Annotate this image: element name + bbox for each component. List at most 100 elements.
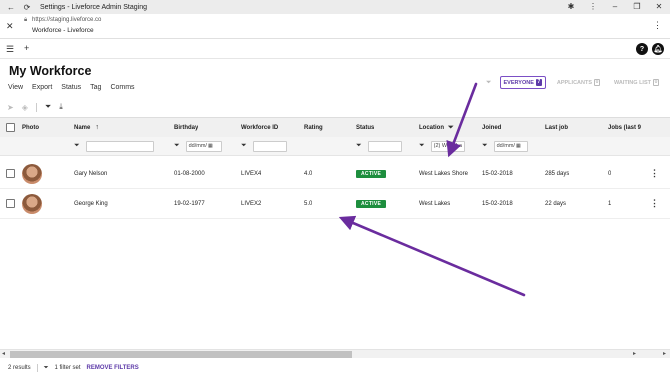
bulk-actions: ➤ ◈ ⏷ ⤓ <box>7 102 63 112</box>
url-text[interactable]: https://staging.liveforce.co <box>32 17 101 23</box>
tab-count: 0 <box>594 79 601 86</box>
location-filter-input[interactable]: (2) West La <box>430 140 465 152</box>
tab-applicants[interactable]: APPLICANTS 0 <box>554 77 603 88</box>
send-icon[interactable]: ➤ <box>7 103 14 112</box>
filter-icon[interactable]: ⏷ <box>356 142 362 150</box>
help-button[interactable]: ? <box>636 43 648 55</box>
horizontal-scrollbar[interactable]: ◂ ▸ ▸ <box>0 349 670 358</box>
name-filter-input[interactable] <box>85 140 154 152</box>
status-cell: ACTIVE <box>356 159 387 188</box>
tab-everyone[interactable]: EVERYONE 7 <box>499 76 546 89</box>
joined-filter-input[interactable]: dd/mm/ ▦ <box>493 140 528 152</box>
column-header-rating[interactable]: Rating <box>304 118 323 137</box>
extensions-icon[interactable]: ✱ <box>566 2 576 11</box>
tab-waiting-list[interactable]: WAITING LIST 0 <box>611 77 662 88</box>
tag-icon[interactable]: ◈ <box>22 103 28 112</box>
page-heading: My Workforce <box>9 64 92 78</box>
column-header-last-job[interactable]: Last job <box>545 118 568 137</box>
scroll-end-arrow-icon[interactable]: ▸ <box>663 350 666 357</box>
menu-dots-icon[interactable]: ⋮ <box>588 2 598 11</box>
last-job-cell: 22 days <box>545 200 567 207</box>
filter-icon[interactable]: ⏷ <box>74 142 80 150</box>
name-cell[interactable]: Gary Nelson <box>74 159 107 188</box>
menu-comms[interactable]: Comms <box>110 84 134 91</box>
calendar-icon[interactable]: ▦ <box>208 143 213 149</box>
filter-icon[interactable]: ⏷ <box>241 142 247 150</box>
new-tab-button[interactable]: + <box>24 43 29 53</box>
avatar[interactable] <box>22 193 42 214</box>
sort-ascending-icon[interactable]: ↑ <box>95 124 99 131</box>
id-filter-input[interactable] <box>252 140 287 152</box>
row-select-cell <box>6 159 15 188</box>
menu-tag[interactable]: Tag <box>90 84 101 91</box>
birthday-filter-cell: ⏷ dd/mm/ ▦ <box>174 137 222 155</box>
filter-funnel-icon: ⏷ <box>43 364 49 371</box>
back-arrow-icon[interactable]: ← <box>6 2 16 12</box>
close-window-icon[interactable]: ✕ <box>654 2 664 11</box>
filter-active-icon[interactable]: ⏷ <box>448 124 454 132</box>
status-badge: ACTIVE <box>356 199 387 208</box>
workforce-menu: View Export Status Tag Comms <box>8 84 135 91</box>
avatar[interactable] <box>22 163 42 184</box>
download-icon[interactable]: ⤓ <box>59 102 63 112</box>
menu-export[interactable]: Export <box>32 84 52 91</box>
kebab-menu-icon[interactable]: ⋮ <box>650 198 659 209</box>
status-cell: ACTIVE <box>356 189 387 218</box>
remove-filters-link[interactable]: REMOVE FILTERS <box>87 365 139 371</box>
notifications-bell-icon[interactable]: 🔔︎ <box>652 43 664 55</box>
column-header-workforce-id[interactable]: Workforce ID <box>241 118 278 137</box>
row-checkbox[interactable] <box>6 199 15 208</box>
maximize-icon[interactable]: ❐ <box>632 2 642 11</box>
address-bar: ✕ 🔒︎ https://staging.liveforce.co Workfo… <box>0 14 670 39</box>
select-all-cell <box>6 118 15 137</box>
close-icon[interactable]: ✕ <box>6 21 14 32</box>
name-filter-cell: ⏷ <box>74 137 154 155</box>
column-header-location[interactable]: Location ⏷ <box>419 118 454 137</box>
scrollbar-thumb[interactable] <box>10 351 352 358</box>
menu-view[interactable]: View <box>8 84 23 91</box>
minimize-icon[interactable]: – <box>610 2 620 11</box>
table-row[interactable]: Gary Nelson 01-08-2000 LIVEX4 4.0 ACTIVE… <box>0 159 670 189</box>
app-toolbar: ☰ + ? 🔔︎ <box>0 40 670 59</box>
table-header: Photo Name ↑ Birthday Workforce ID Ratin… <box>0 117 670 137</box>
tab-label: EVERYONE <box>503 79 534 86</box>
calendar-icon[interactable]: ▦ <box>516 143 521 149</box>
scroll-left-arrow-icon[interactable]: ◂ <box>2 350 5 357</box>
kebab-menu-icon[interactable]: ⋮ <box>650 168 659 179</box>
window-title: Settings - Liveforce Admin Staging <box>40 3 148 11</box>
filter-icon[interactable]: ⏷ <box>419 142 425 150</box>
table-row[interactable]: George King 19-02-1977 LIVEX2 5.0 ACTIVE… <box>0 189 670 219</box>
column-header-jobs[interactable]: Jobs (last 9 <box>608 118 666 137</box>
row-menu-cell: ⋮ <box>650 159 659 188</box>
filter-icon[interactable]: ⏷ <box>174 142 180 150</box>
row-checkbox[interactable] <box>6 169 15 178</box>
menu-status[interactable]: Status <box>61 84 81 91</box>
date-placeholder: dd/mm/ <box>496 143 515 149</box>
location-cell: West Lakes <box>419 200 451 207</box>
birthday-filter-input[interactable]: dd/mm/ ▦ <box>185 140 222 152</box>
divider <box>36 364 38 372</box>
hamburger-menu-icon[interactable]: ☰ <box>6 44 14 55</box>
name-cell[interactable]: George King <box>74 189 108 218</box>
column-header-name[interactable]: Name ↑ <box>74 118 99 137</box>
annotation-arrow-rows <box>338 215 526 297</box>
select-all-checkbox[interactable] <box>6 123 15 132</box>
filter-icon[interactable]: ⏷ <box>45 102 51 112</box>
more-options-icon[interactable]: ⋮ <box>653 20 662 31</box>
scroll-right-arrow-icon[interactable]: ▸ <box>633 350 636 357</box>
column-header-status[interactable]: Status <box>356 118 374 137</box>
lock-icon: 🔒︎ <box>24 17 28 23</box>
column-header-joined[interactable]: Joined <box>482 118 501 137</box>
joined-filter-cell: ⏷ dd/mm/ ▦ <box>482 137 528 155</box>
filter-icon[interactable]: ⏷ <box>482 142 488 150</box>
status-filter-input[interactable] <box>367 140 402 152</box>
filter-row: ⏷ ⏷ dd/mm/ ▦ ⏷ ⏷ ⏷ (2) West La ⏷ dd/mm/ <box>0 137 670 156</box>
filter-funnel-icon[interactable]: ⏷ <box>486 79 492 87</box>
row-menu-cell: ⋮ <box>650 189 659 218</box>
reload-icon[interactable]: ⟳ <box>22 2 32 12</box>
id-filter-cell: ⏷ <box>241 137 287 155</box>
column-header-birthday[interactable]: Birthday <box>174 118 198 137</box>
jobs-cell: 0 <box>608 170 612 177</box>
rating-cell: 5.0 <box>304 200 313 207</box>
divider <box>35 102 37 112</box>
